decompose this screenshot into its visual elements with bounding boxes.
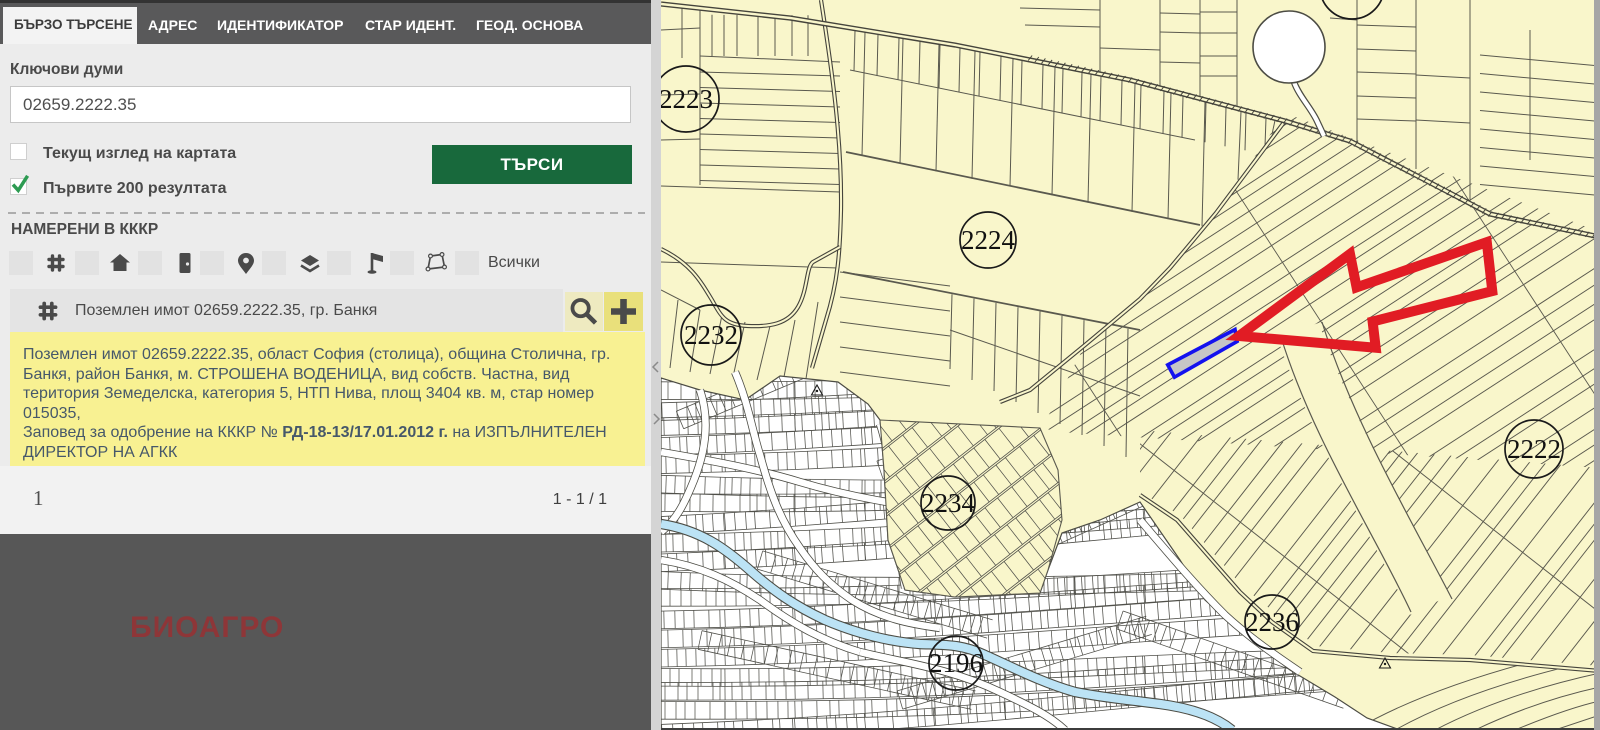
svg-text:2236: 2236: [1245, 607, 1299, 637]
svg-text:2232: 2232: [684, 320, 738, 350]
svg-text:2224: 2224: [961, 225, 1016, 255]
svg-text:2196: 2196: [929, 648, 983, 678]
svg-text:2223: 2223: [661, 84, 713, 114]
svg-text:2222: 2222: [1507, 434, 1561, 464]
svg-text:2234: 2234: [921, 488, 976, 518]
